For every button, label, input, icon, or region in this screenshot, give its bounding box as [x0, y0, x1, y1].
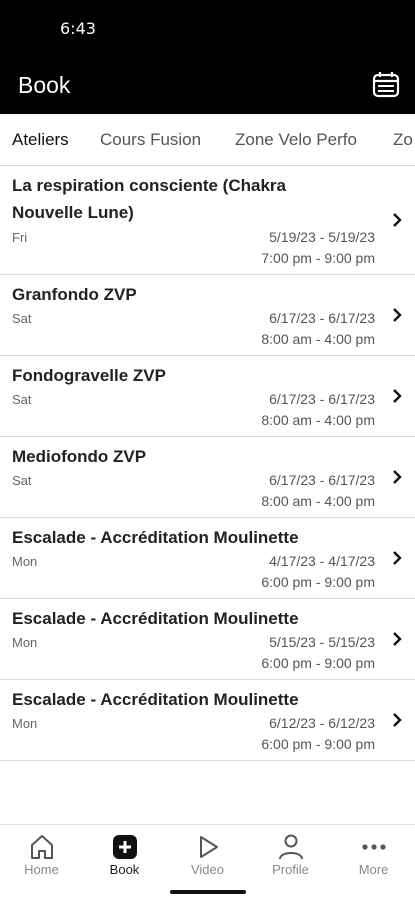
nav-home[interactable]: Home — [0, 825, 83, 885]
chevron-right-icon — [393, 470, 402, 484]
event-times: 6:00 pm - 9:00 pm — [261, 655, 375, 671]
event-dates: 5/15/23 - 5/15/23 — [269, 634, 375, 650]
nav-label: Profile — [272, 862, 309, 877]
plus-square-icon — [113, 835, 137, 859]
event-day: Mon — [12, 716, 38, 731]
chevron-right-icon — [393, 713, 402, 727]
event-day: Fri — [12, 230, 28, 245]
tab-zo[interactable]: Zo — [393, 114, 413, 165]
category-tabs: Ateliers Cours Fusion Zone Velo Perfo Zo — [0, 114, 415, 166]
list-item[interactable]: Granfondo ZVP Sat 6/17/23 - 6/17/23 8:00… — [0, 275, 415, 356]
event-dates: 6/17/23 - 6/17/23 — [269, 391, 375, 407]
page-title: Book — [18, 72, 71, 98]
play-icon — [200, 836, 218, 858]
tab-zone-velo-perfo[interactable]: Zone Velo Perfo — [235, 114, 357, 165]
list-item[interactable]: Escalade - Accréditation Moulinette Mon … — [0, 518, 415, 599]
event-list: La respiration consciente (Chakra Nouvel… — [0, 166, 415, 761]
event-day: Mon — [12, 635, 38, 650]
event-dates: 4/17/23 - 4/17/23 — [269, 553, 375, 569]
chevron-right-icon — [393, 213, 402, 227]
calendar-button[interactable] — [371, 70, 401, 100]
event-title: Granfondo ZVP — [12, 285, 137, 304]
event-title: La respiration consciente (Chakra — [12, 176, 286, 195]
event-title: Escalade - Accréditation Moulinette — [12, 609, 299, 628]
calendar-icon — [372, 72, 400, 98]
ellipsis-icon — [362, 844, 386, 850]
event-times: 6:00 pm - 9:00 pm — [261, 736, 375, 752]
event-dates: 6/17/23 - 6/17/23 — [269, 310, 375, 326]
event-title: Escalade - Accréditation Moulinette — [12, 528, 299, 547]
event-dates: 6/17/23 - 6/17/23 — [269, 472, 375, 488]
nav-book[interactable]: Book — [83, 825, 166, 885]
status-bar: 6:43 — [0, 0, 415, 58]
event-day: Sat — [12, 473, 32, 488]
nav-label: Book — [109, 862, 140, 877]
event-times: 8:00 am - 4:00 pm — [261, 412, 375, 428]
nav-label: More — [358, 862, 389, 877]
list-item[interactable]: Mediofondo ZVP Sat 6/17/23 - 6/17/23 8:0… — [0, 437, 415, 518]
app-header: Book — [0, 58, 415, 114]
list-item[interactable]: La respiration consciente (Chakra Nouvel… — [0, 166, 415, 275]
event-day: Mon — [12, 554, 38, 569]
nav-video[interactable]: Video — [166, 825, 249, 885]
event-times: 6:00 pm - 9:00 pm — [261, 574, 375, 590]
list-item[interactable]: Escalade - Accréditation Moulinette Mon … — [0, 680, 415, 761]
nav-label: Video — [190, 862, 224, 877]
event-day: Sat — [12, 311, 32, 326]
chevron-right-icon — [393, 551, 402, 565]
nav-label: Home — [24, 862, 59, 877]
nav-more[interactable]: More — [332, 825, 415, 885]
event-title-line2: Nouvelle Lune) — [12, 203, 134, 222]
nav-profile[interactable]: Profile — [249, 825, 332, 885]
event-day: Sat — [12, 392, 32, 407]
event-times: 8:00 am - 4:00 pm — [261, 493, 375, 509]
person-icon — [279, 834, 303, 860]
status-time: 6:43 — [60, 19, 96, 38]
event-times: 8:00 am - 4:00 pm — [261, 331, 375, 347]
list-item[interactable]: Escalade - Accréditation Moulinette Mon … — [0, 599, 415, 680]
bottom-nav: Home Book Video Profile More — [0, 824, 415, 900]
chevron-right-icon — [393, 632, 402, 646]
list-item[interactable]: Fondogravelle ZVP Sat 6/17/23 - 6/17/23 … — [0, 356, 415, 437]
chevron-right-icon — [393, 389, 402, 403]
tab-cours-fusion[interactable]: Cours Fusion — [100, 114, 201, 165]
event-title: Mediofondo ZVP — [12, 447, 147, 466]
tab-ateliers[interactable]: Ateliers — [12, 114, 69, 165]
home-icon — [31, 835, 53, 859]
event-title: Fondogravelle ZVP — [12, 366, 166, 385]
event-dates: 5/19/23 - 5/19/23 — [269, 229, 375, 245]
event-title: Escalade - Accréditation Moulinette — [12, 690, 299, 709]
event-dates: 6/12/23 - 6/12/23 — [269, 715, 375, 731]
chevron-right-icon — [393, 308, 402, 322]
event-times: 7:00 pm - 9:00 pm — [261, 250, 375, 266]
home-indicator — [170, 890, 246, 894]
